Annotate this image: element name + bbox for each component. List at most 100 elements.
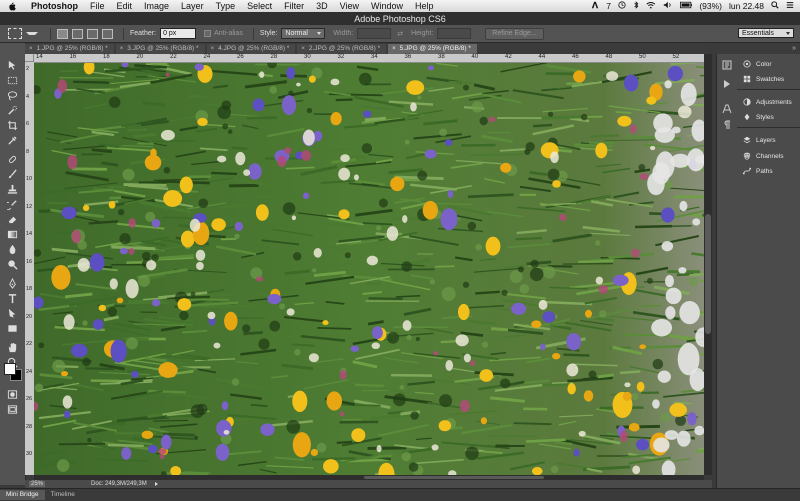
ruler-tick-label: 2 (26, 66, 29, 72)
feather-input[interactable]: 0 px (160, 28, 196, 39)
panel-paths[interactable]: Paths (737, 164, 800, 178)
type-tool-icon[interactable] (6, 292, 18, 304)
crop-tool-icon[interactable] (6, 119, 18, 131)
clone-stamp-tool-icon[interactable] (6, 183, 18, 195)
notification-center-icon[interactable] (786, 1, 794, 11)
document-canvas[interactable] (34, 63, 704, 475)
flower (668, 66, 683, 81)
panel-channels[interactable]: Channels (737, 149, 800, 163)
workspace-switcher[interactable]: Essentials (738, 28, 794, 38)
vertical-scrollbar[interactable] (704, 54, 712, 475)
refine-edge-button[interactable]: Refine Edge... (485, 28, 543, 40)
character-panel-icon[interactable] (722, 104, 732, 114)
tab-document-3[interactable]: ×3.JPG @ 25% (RGB/8) * (116, 44, 205, 54)
menu-filter[interactable]: Filter (278, 0, 310, 12)
panel-layers[interactable]: Layers (737, 133, 800, 147)
history-brush-tool-icon[interactable] (6, 198, 18, 210)
tab-timeline[interactable]: Timeline (45, 490, 81, 500)
panel-swatches[interactable]: Swatches (737, 72, 800, 86)
menu-help[interactable]: Help (409, 0, 440, 12)
pen-tool-icon[interactable] (6, 277, 18, 289)
width-input[interactable] (357, 28, 391, 39)
subtract-from-selection-mode-icon[interactable] (87, 29, 98, 39)
hand-tool-icon[interactable] (6, 341, 18, 353)
close-tab-icon[interactable]: × (211, 44, 215, 54)
spotlight-icon[interactable] (771, 1, 779, 11)
close-tab-icon[interactable]: × (29, 44, 33, 54)
menu-file[interactable]: File (84, 0, 111, 12)
time-machine-icon[interactable] (618, 1, 626, 11)
flower (372, 342, 380, 349)
tab-document-5[interactable]: × 5.JPG @ 25% (RGB/8) * (388, 44, 477, 54)
new-selection-mode-icon[interactable] (57, 29, 68, 39)
panel-dock-header: » (716, 43, 800, 54)
tab-document-4[interactable]: ×4.JPG @ 25% (RGB/8) * (207, 44, 296, 54)
tab-label: 5.JPG @ 25% (RGB/8) * (400, 44, 471, 54)
height-input[interactable] (437, 28, 471, 39)
intersect-selection-mode-icon[interactable] (102, 29, 113, 39)
rectangular-marquee-preset-icon[interactable] (8, 28, 22, 39)
bluetooth-icon[interactable] (633, 1, 639, 11)
dodge-tool-icon[interactable] (6, 258, 18, 270)
foreground-color-swatch[interactable] (4, 363, 16, 375)
eyedropper-tool-icon[interactable] (6, 134, 18, 146)
flower (163, 190, 182, 207)
tab-mini-bridge[interactable]: Mini Bridge (0, 490, 45, 500)
lasso-tool-icon[interactable] (6, 89, 18, 101)
rectangle-tool-icon[interactable] (6, 322, 18, 334)
wifi-icon[interactable] (646, 1, 656, 11)
add-to-selection-mode-icon[interactable] (72, 29, 83, 39)
zoom-level-field[interactable]: 25% (29, 481, 45, 487)
style-select[interactable]: Normal (281, 28, 325, 39)
horizontal-ruler[interactable]: 1416182022242628303234363840424446485052 (34, 54, 704, 63)
vertical-scroll-thumb[interactable] (705, 214, 711, 334)
anti-alias-checkbox[interactable] (204, 30, 211, 37)
menu-image[interactable]: Image (138, 0, 175, 12)
menu-type[interactable]: Type (210, 0, 242, 12)
brush-tool-icon[interactable] (6, 168, 18, 180)
apple-menu-icon[interactable] (7, 2, 17, 11)
blur-tool-icon[interactable] (6, 243, 18, 255)
foliage-blob (647, 278, 653, 284)
tab-document-1[interactable]: ×1.JPG @ 25% (RGB/8) * (25, 44, 114, 54)
gradient-tool-icon[interactable] (6, 228, 18, 240)
menu-view[interactable]: View (334, 0, 365, 12)
quick-mask-mode-icon[interactable] (6, 388, 18, 400)
menu-edit[interactable]: Edit (111, 0, 139, 12)
quick-selection-tool-icon[interactable] (6, 104, 18, 116)
menu-3d[interactable]: 3D (310, 0, 334, 12)
actions-panel-icon[interactable] (722, 79, 732, 89)
close-tab-icon[interactable]: × (120, 44, 124, 54)
battery-icon[interactable] (680, 1, 693, 11)
screen-mode-icon[interactable] (6, 403, 18, 415)
spot-healing-brush-tool-icon[interactable] (6, 153, 18, 165)
status-menu-arrow-icon[interactable] (155, 482, 158, 486)
flower (532, 467, 543, 475)
paragraph-panel-icon[interactable] (722, 120, 732, 130)
menu-app-name[interactable]: Photoshop (25, 0, 84, 12)
panel-color[interactable]: Color (737, 57, 800, 71)
menu-window[interactable]: Window (365, 0, 409, 12)
menu-select[interactable]: Select (241, 0, 278, 12)
panel-adjustments[interactable]: Adjustments (737, 95, 800, 109)
path-selection-tool-icon[interactable] (6, 307, 18, 319)
menu-layer[interactable]: Layer (175, 0, 210, 12)
horizontal-scroll-thumb[interactable] (364, 476, 544, 479)
rectangular-marquee-tool-icon[interactable] (6, 74, 18, 86)
move-tool-icon[interactable] (6, 59, 18, 71)
collapse-panels-icon[interactable]: » (792, 45, 796, 52)
adobe-cc-icon[interactable] (591, 1, 599, 11)
panel-styles[interactable]: Styles (737, 110, 800, 124)
eraser-tool-icon[interactable] (6, 213, 18, 225)
tool-preset-dropdown-icon[interactable] (26, 32, 38, 35)
swap-dimensions-icon[interactable]: ⇄ (397, 30, 403, 38)
clock[interactable]: lun 22.48 (729, 1, 764, 11)
ruler-origin[interactable] (25, 54, 34, 62)
foliage-blob (518, 266, 524, 272)
close-tab-icon[interactable]: × (392, 44, 396, 54)
tab-document-2[interactable]: ×2.JPG @ 25% (RGB/8) * (297, 44, 386, 54)
ruler-tick-label: 20 (137, 54, 144, 61)
history-panel-icon[interactable] (722, 60, 732, 70)
volume-icon[interactable] (663, 1, 673, 11)
close-tab-icon[interactable]: × (301, 44, 305, 54)
